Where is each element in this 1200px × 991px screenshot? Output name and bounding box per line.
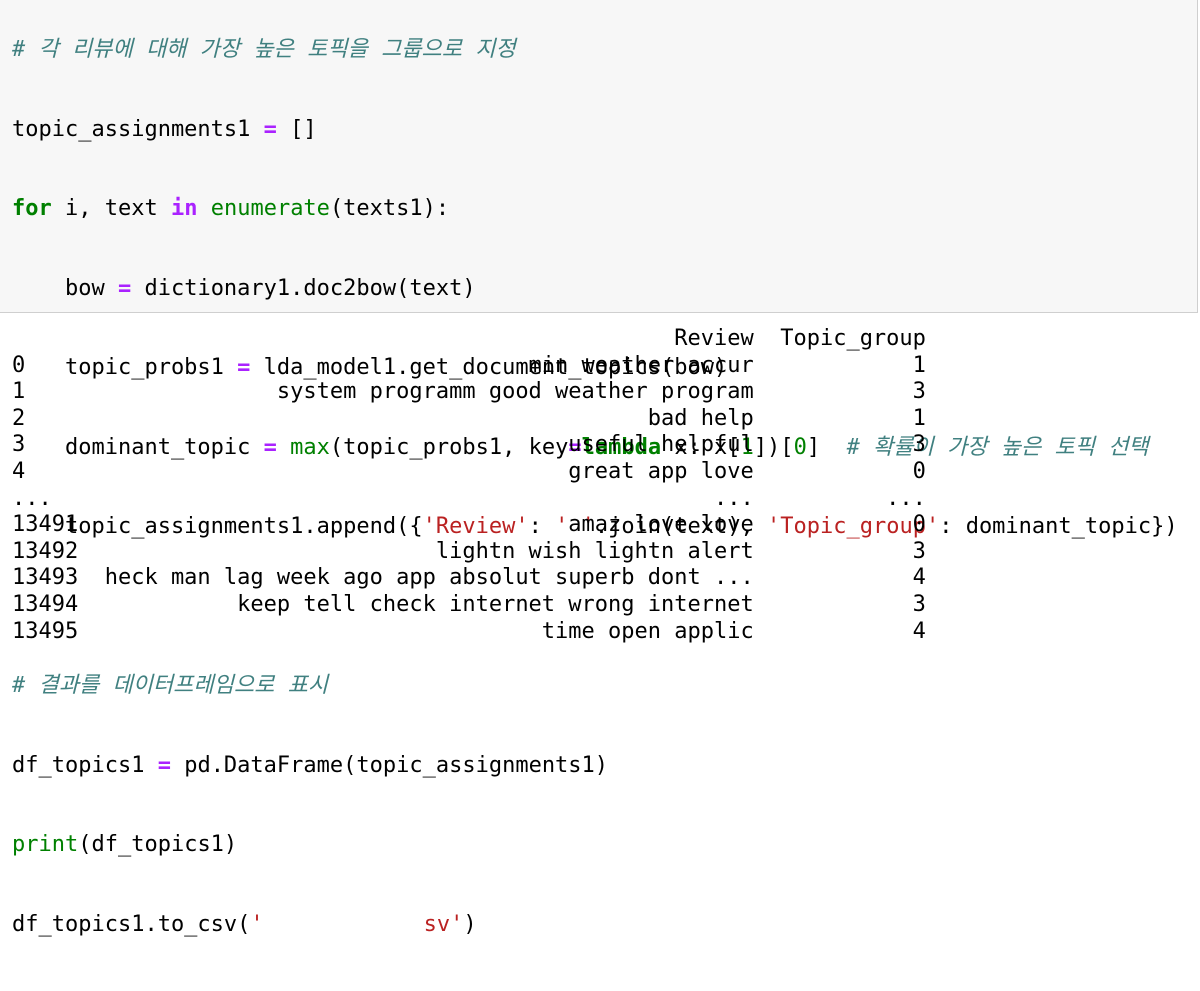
dataframe-row: 13491 amaz love love 0	[12, 512, 926, 538]
code-token: : dominant_topic})	[939, 514, 1178, 539]
code-token: df_topics1	[12, 752, 158, 778]
dataframe-row: 3 useful helpful 3	[12, 432, 926, 458]
string-literal: sv'	[423, 911, 464, 937]
dataframe-row: 13495 time open applic 4	[12, 618, 926, 644]
code-line-3: bow = dictionary1.doc2bow(text)	[12, 276, 1178, 303]
redacted-filename	[263, 913, 424, 936]
code-token: pd.DataFrame(topic_assignments1)	[170, 752, 609, 778]
code-token: topic_assignments1	[12, 116, 251, 142]
keyword: for	[12, 196, 52, 221]
code-comment: # 각 리뷰에 대해 가장 높은 토픽을 그룹으로 지정	[12, 37, 516, 62]
dataframe-row: 13493 heck man lag week ago app absolut …	[12, 565, 926, 591]
assign-operator: =	[263, 116, 277, 142]
code-token: )	[463, 911, 477, 937]
code-token: dictionary1.doc2bow(text)	[131, 275, 476, 301]
code-line-comment-1: # 각 리뷰에 대해 가장 높은 토픽을 그룹으로 지정	[12, 37, 1178, 64]
code-line-10: print(df_topics1)	[12, 832, 1178, 859]
code-line-1: topic_assignments1 = []	[12, 117, 1178, 144]
dataframe-row: ... ... ...	[12, 485, 926, 511]
dataframe-row: 4 great app love 0	[12, 458, 926, 484]
code-token: i, text	[51, 196, 171, 221]
builtin: enumerate	[210, 196, 330, 221]
code-cell[interactable]: # 각 리뷰에 대해 가장 높은 토픽을 그룹으로 지정 topic_assig…	[0, 0, 1198, 937]
string-literal: '	[250, 911, 264, 937]
code-line-11: df_topics1.to_csv(' sv')	[12, 912, 1178, 939]
code-line-comment-2: # 결과를 데이터프레임으로 표시	[12, 673, 1178, 700]
assign-operator: =	[157, 752, 171, 778]
code-line-9: df_topics1 = pd.DataFrame(topic_assignme…	[12, 753, 1178, 780]
code-token: df_topics1.to_csv(	[12, 911, 251, 937]
code-comment: # 결과를 데이터프레임으로 표시	[12, 673, 329, 698]
dataframe-header: Review Topic_group	[12, 326, 926, 351]
dataframe-row: 13492 lightn wish lightn alert 3	[12, 538, 926, 564]
code-token: (texts1):	[329, 196, 450, 221]
keyword: in	[170, 196, 198, 221]
code-token: (df_topics1)	[78, 832, 238, 857]
code-token: bow	[12, 275, 118, 301]
code-line-2: for i, text in enumerate(texts1):	[12, 196, 1178, 223]
code-token: []	[276, 116, 317, 142]
cell-output: Review Topic_group 0 min weather accur 11…	[12, 326, 926, 645]
dataframe-row: 13494 keep tell check internet wrong int…	[12, 591, 926, 617]
builtin: print	[12, 832, 79, 857]
dataframe-row: 2 bad help 1	[12, 405, 926, 431]
assign-operator: =	[117, 275, 132, 301]
dataframe-row: 1 system programm good weather program 3	[12, 379, 926, 405]
dataframe-row: 0 min weather accur 1	[12, 352, 926, 378]
